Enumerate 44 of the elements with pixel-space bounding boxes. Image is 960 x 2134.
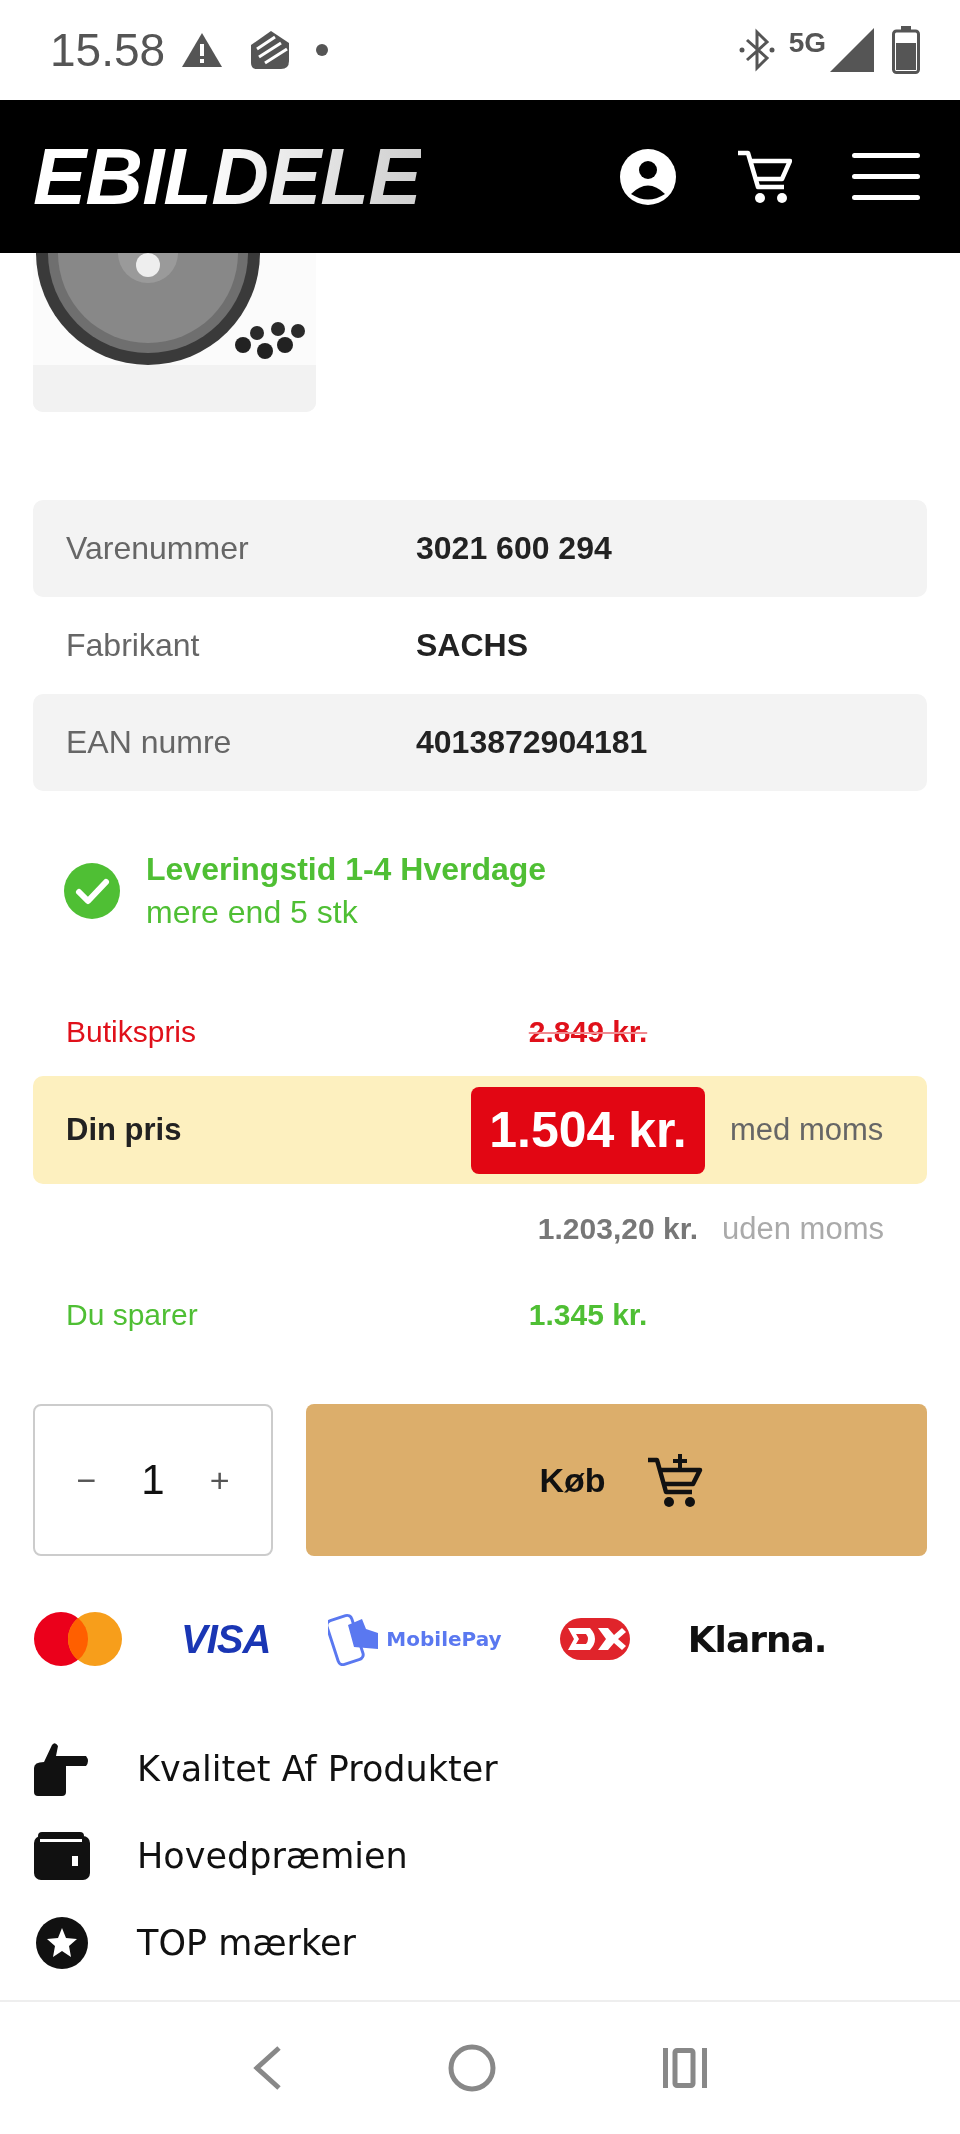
net-price: 1.203,20 kr. [536, 1212, 699, 1246]
quantity-value[interactable]: 1 [141, 1456, 165, 1504]
spec-label: Fabrikant [66, 627, 201, 664]
stock-note: mere end 5 stk [146, 894, 359, 931]
card-logo-icon [559, 1618, 630, 1660]
warning-icon [181, 31, 224, 69]
savings-label: Du sparer [65, 1298, 199, 1332]
savings-amount: 1.345 kr. [528, 1298, 648, 1331]
payment-logo: Klarna. [687, 1618, 827, 1660]
pointing-hand-icon [34, 1741, 90, 1796]
vat-note: med moms [729, 1112, 885, 1148]
spec-value: 4013872904181 [416, 724, 649, 761]
buy-button[interactable]: Køb [306, 1404, 927, 1556]
spec-value: 3021 600 294 [416, 530, 613, 567]
network-type: 5G [788, 27, 826, 59]
delivery-time: Leveringstid 1-4 Hverdage [146, 851, 547, 888]
payment-logo: MobilePay [386, 1627, 502, 1651]
payment-logo: VISA [181, 1616, 271, 1662]
battery-icon [892, 26, 920, 74]
bluetooth-icon [738, 28, 775, 72]
cart-add-icon [645, 1452, 704, 1508]
vat-note: uden moms [721, 1211, 885, 1247]
feature-label: TOP mærker [137, 1922, 356, 1963]
dot-icon [315, 43, 330, 57]
wallet-icon [34, 1831, 90, 1880]
feature-label: Kvalitet Af Produkter [137, 1748, 498, 1789]
spec-value: SACHS [416, 627, 529, 664]
decrease-button[interactable]: − [66, 1456, 107, 1504]
spec-label: Varenummer [66, 530, 250, 567]
feature-label: Hovedpræmien [137, 1835, 408, 1876]
store-price-label: Butikspris [65, 1015, 198, 1049]
phone-logo-icon [328, 1611, 381, 1667]
your-price-label: Din pris [65, 1112, 183, 1148]
cart-icon[interactable] [736, 148, 792, 205]
menu-icon[interactable] [852, 150, 920, 203]
recent-apps-icon[interactable] [661, 2046, 709, 2090]
home-icon[interactable] [448, 2044, 496, 2092]
account-icon[interactable] [620, 148, 676, 205]
back-icon[interactable] [251, 2044, 283, 2092]
your-price: 1.504 kr. [471, 1086, 705, 1174]
increase-button[interactable]: + [199, 1456, 240, 1504]
spec-label: EAN numre [66, 724, 233, 761]
signal-icon [830, 28, 874, 72]
status-time: 15.58 [50, 23, 166, 77]
